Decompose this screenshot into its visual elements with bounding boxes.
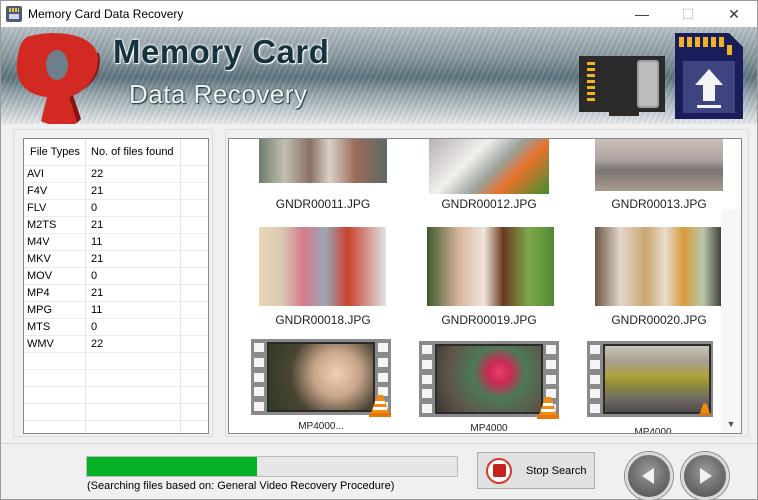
thumbnail-caption: MP4000... (298, 421, 344, 432)
file-count-cell: 0 (91, 321, 98, 333)
thumbnail-image (427, 227, 554, 306)
file-count-cell: 0 (91, 270, 98, 282)
next-button[interactable] (681, 452, 729, 500)
table-row[interactable]: M4V 11 (24, 234, 208, 251)
thumbnail-caption: GNDR00013.JPG (611, 197, 707, 211)
arrow-left-icon (642, 468, 654, 484)
file-types-table[interactable]: File Types No. of files found AVI 22 F4V 21… (23, 138, 209, 434)
thumbnail-image (595, 227, 722, 306)
file-count-cell: 0 (91, 202, 98, 214)
close-button[interactable]: ✕ (711, 1, 757, 27)
thumbnail-image (259, 139, 387, 183)
banner-title: Memory Card (113, 33, 330, 70)
table-row[interactable]: MOV 0 (24, 268, 208, 285)
column-header-files-found[interactable]: No. of files found (91, 146, 174, 158)
vlc-cone-icon (537, 397, 559, 419)
row-divider (24, 369, 208, 370)
sd-card-upload-icon (675, 33, 743, 119)
file-count-cell: 21 (91, 287, 104, 299)
file-type-cell: MKV (27, 253, 51, 265)
stop-search-button[interactable]: Stop Search (477, 452, 595, 489)
search-progress-bar (86, 456, 458, 477)
thumbnail-caption: GNDR00020.JPG (611, 313, 707, 327)
thumbnail-grid[interactable]: GNDR00011.JPG GNDR00012.JPG GNDR00013.JP… (228, 138, 742, 434)
file-type-cell: AVI (27, 168, 44, 180)
maximize-button[interactable]: ☐ (665, 1, 711, 27)
file-count-cell: 21 (91, 219, 104, 231)
film-strip-frame (587, 341, 713, 417)
file-type-cell: WMV (27, 338, 54, 350)
thumbnail-image (595, 139, 723, 191)
search-status-text: (Searching files based on: General Video… (87, 480, 395, 492)
thumbnail-caption: GNDR00018.JPG (275, 313, 371, 327)
file-count-cell: 21 (91, 253, 104, 265)
title-bar: Memory Card Data Recovery — ☐ ✕ (1, 1, 757, 27)
thumbnail-caption: MP4000 (634, 427, 672, 434)
sd-card-app-icon (6, 6, 22, 22)
progress-fill (87, 457, 258, 476)
row-divider (24, 386, 208, 387)
file-type-cell: F4V (27, 185, 48, 197)
vlc-cone-icon (369, 395, 391, 417)
file-type-cell: MTS (27, 321, 51, 333)
table-row[interactable]: MP4 21 (24, 285, 208, 302)
file-count-cell: 21 (91, 185, 104, 197)
file-type-cell: MP4 (27, 287, 50, 299)
file-type-cell: M4V (27, 236, 50, 248)
file-count-cell: 11 (91, 236, 103, 248)
thumbnail-caption: GNDR00011.JPG (275, 197, 371, 211)
minimize-button[interactable]: — (619, 1, 665, 27)
thumbnail-caption: GNDR00019.JPG (441, 313, 537, 327)
banner-subtitle: Data Recovery (129, 79, 308, 109)
stop-search-label: Stop Search (526, 464, 587, 477)
table-row[interactable]: MTS 0 (24, 319, 208, 336)
table-row[interactable]: FLV 0 (24, 200, 208, 217)
file-type-cell: MOV (27, 270, 53, 282)
window-title: Memory Card Data Recovery (28, 7, 184, 21)
vlc-cone-icon (699, 403, 711, 416)
column-header-file-types[interactable]: File Types (30, 146, 80, 158)
file-count-cell: 22 (91, 338, 104, 350)
thumbnail-image (259, 227, 386, 306)
header-banner: Memory Card Data Recovery (1, 27, 757, 124)
scroll-down-arrow-icon[interactable]: ▼ (723, 417, 739, 431)
file-count-cell: 22 (91, 168, 104, 180)
row-divider (24, 420, 208, 421)
file-type-cell: FLV (27, 202, 47, 214)
table-row[interactable]: MKV 21 (24, 251, 208, 268)
file-type-cell: MPG (27, 304, 53, 316)
preview-panel: GNDR00011.JPG GNDR00012.JPG GNDR00013.JP… (225, 129, 749, 437)
stop-icon (486, 457, 512, 484)
file-types-panel: File Types No. of files found AVI 22 F4V 21… (13, 129, 213, 437)
thumbnail-caption: GNDR00012.JPG (441, 197, 537, 211)
file-type-cell: M2TS (27, 219, 57, 231)
logo-icon (16, 33, 100, 124)
row-divider (24, 403, 208, 404)
table-row[interactable]: M2TS 21 (24, 217, 208, 234)
vertical-scrollbar[interactable]: ▼ (721, 209, 741, 433)
micro-sd-card-icon (579, 56, 665, 116)
table-row[interactable]: MPG 11 (24, 302, 208, 319)
table-row[interactable]: F4V 21 (24, 183, 208, 200)
table-row[interactable]: AVI 22 (24, 166, 208, 183)
back-button[interactable] (625, 452, 673, 500)
thumbnail-image (429, 139, 549, 194)
file-count-cell: 11 (91, 304, 103, 316)
thumbnail-caption: MP4000 (470, 423, 508, 434)
arrow-right-icon (700, 468, 712, 484)
table-row[interactable]: WMV 22 (24, 336, 208, 353)
status-bar: (Searching files based on: General Video… (1, 443, 757, 500)
window-controls: — ☐ ✕ (619, 1, 757, 27)
app-window: Memory Card Data Recovery — ☐ ✕ Memory C… (0, 0, 758, 500)
